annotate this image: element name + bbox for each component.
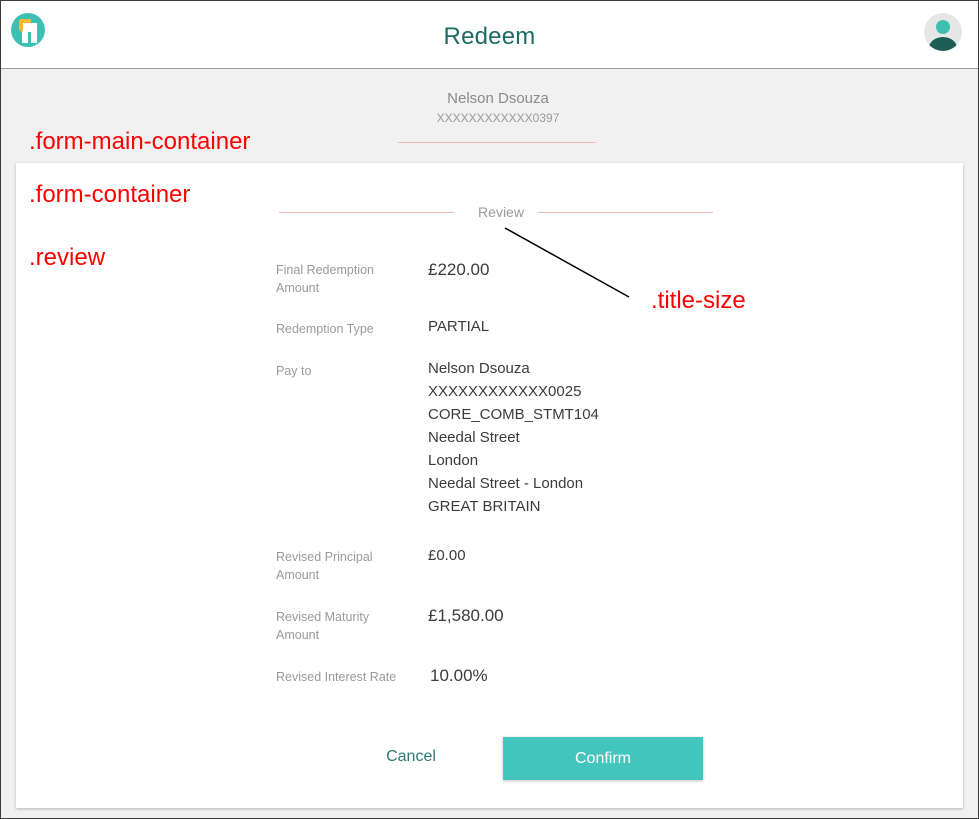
app-window: Redeem Nelson Dsouza XXXXXXXXXXXX0397 Re… bbox=[0, 0, 979, 819]
annotation-pointer-line bbox=[504, 227, 630, 298]
